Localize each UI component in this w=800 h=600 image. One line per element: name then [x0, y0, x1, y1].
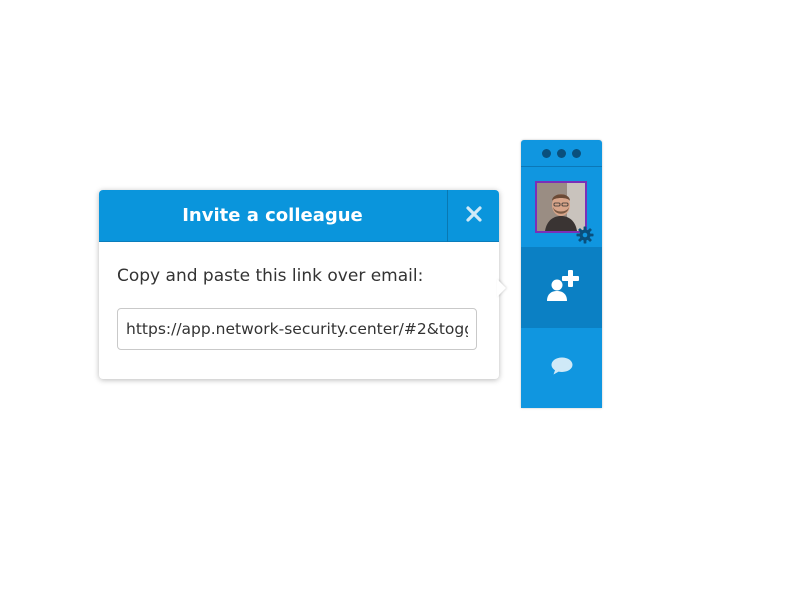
invite-link-field[interactable]: [117, 308, 477, 350]
add-user-icon: [544, 268, 580, 308]
popover-header: Invite a colleague: [99, 190, 499, 242]
invite-popover: Invite a colleague Copy and paste this l…: [99, 190, 506, 379]
dots-menu-icon: [572, 148, 581, 158]
chat-bubble-icon: [550, 356, 574, 380]
close-icon: [465, 206, 482, 226]
chat-button[interactable]: [521, 328, 602, 408]
popover-body: Copy and paste this link over email:: [99, 242, 499, 350]
profile-button[interactable]: [521, 167, 602, 247]
invite-colleague-button[interactable]: [521, 247, 602, 328]
popover-arrow: [497, 279, 506, 297]
close-button[interactable]: [447, 190, 499, 242]
gear-icon[interactable]: [576, 226, 594, 244]
side-toolbar: [521, 140, 602, 408]
screen: Invite a colleague Copy and paste this l…: [0, 0, 800, 600]
dots-menu-icon: [557, 148, 566, 158]
dots-menu-button[interactable]: [521, 140, 602, 167]
dots-menu-icon: [542, 148, 551, 158]
instruction-text: Copy and paste this link over email:: [117, 266, 424, 286]
popover-title: Invite a colleague: [182, 205, 363, 226]
